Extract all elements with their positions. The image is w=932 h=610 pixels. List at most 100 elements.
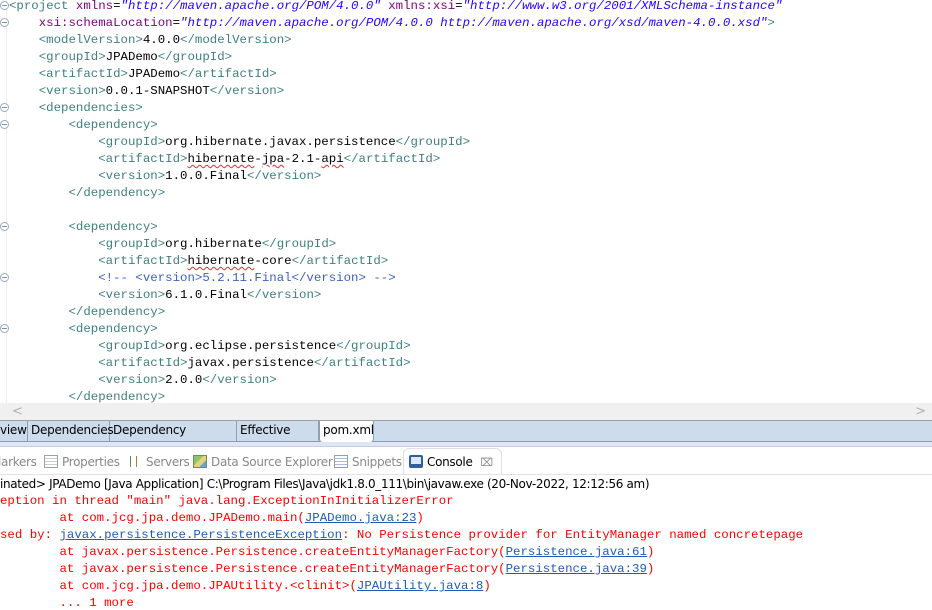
xml-attr: xmlns:xsi xyxy=(388,0,456,13)
fold-toggle-icon[interactable] xyxy=(0,273,9,282)
xml-txt: 2.0.0 xyxy=(165,373,203,387)
tab-markers[interactable]: larkers xyxy=(0,452,37,472)
tab-snippets[interactable]: Snippets xyxy=(334,452,402,472)
xml-tag: </groupId> xyxy=(395,135,471,149)
code-line[interactable]: <project xmlns="http://maven.apache.org/… xyxy=(0,0,932,15)
code-line[interactable]: <version>0.0.1-SNAPSHOT</version> xyxy=(9,83,932,100)
code-line[interactable] xyxy=(9,202,932,219)
stacktrace-link[interactable]: Persistence.java:39 xyxy=(506,562,647,576)
properties-icon xyxy=(44,455,58,468)
horizontal-scrollbar[interactable]: < > xyxy=(0,403,932,421)
tab-servers-label: Servers xyxy=(146,455,190,469)
console-icon xyxy=(409,455,423,468)
xml-tag: <version> xyxy=(98,373,166,387)
code-line[interactable]: <groupId>JPADemo</groupId> xyxy=(9,49,932,66)
xml-txt: -2.1- xyxy=(284,152,322,166)
code-line[interactable]: <!-- <version>5.2.11.Final</version> --> xyxy=(0,270,932,287)
code-line[interactable]: <version>6.1.0.Final</version> xyxy=(9,287,932,304)
xml-tag: </artifactId> xyxy=(180,67,277,81)
stacktrace-link[interactable]: JPAUtility.java:8 xyxy=(357,579,483,593)
pom-xml-editor[interactable]: <project xmlns="http://maven.apache.org/… xyxy=(0,0,932,403)
code-line[interactable]: <version>1.0.0.Final</version> xyxy=(9,168,932,185)
xml-tag: <version> xyxy=(98,169,166,183)
code-line[interactable]: <artifactId>javax.persistence</artifactI… xyxy=(9,355,932,372)
code-line[interactable]: <groupId>org.hibernate.javax.persistence… xyxy=(9,134,932,151)
stacktrace-link[interactable]: JPADemo.java:23 xyxy=(305,511,417,525)
tab-console[interactable]: Console ⌧ xyxy=(403,448,502,475)
tab-dependencies[interactable]: Dependencies xyxy=(28,421,114,442)
fold-toggle-icon[interactable] xyxy=(0,222,9,231)
xml-txt: = xyxy=(172,16,181,30)
code-line[interactable]: <artifactId>JPADemo</artifactId> xyxy=(9,66,932,83)
console-text: eption in thread "main" java.lang.Except… xyxy=(0,494,454,508)
tab-dependency-hierarchy[interactable]: Dependency Hierarchy xyxy=(110,421,237,456)
code-line[interactable]: <groupId>org.hibernate</groupId> xyxy=(9,236,932,253)
code-line[interactable]: <dependencies> xyxy=(0,100,932,117)
xml-tag: <dependencies> xyxy=(38,101,143,115)
code-line[interactable]: <artifactId>hibernate-jpa-2.1-api</artif… xyxy=(9,151,932,168)
code-area[interactable]: <project xmlns="http://maven.apache.org/… xyxy=(0,0,932,403)
fold-toggle-icon[interactable] xyxy=(0,324,9,333)
xml-tag: </version> xyxy=(246,288,322,302)
xml-tag: <artifactId> xyxy=(38,67,128,81)
tab-data-source-explorer[interactable]: Data Source Explorer xyxy=(193,452,333,472)
xml-txt: org.hibernate xyxy=(165,237,262,251)
tab-servers[interactable]: Servers xyxy=(128,452,190,472)
tab-pom-xml[interactable]: pom.xml xyxy=(319,421,374,443)
xml-tag: </version> xyxy=(209,84,285,98)
stacktrace-link[interactable]: Persistence.java:61 xyxy=(506,545,647,559)
tab-console-label: Console xyxy=(427,455,473,469)
fold-gutter xyxy=(0,0,7,403)
fold-toggle-icon[interactable] xyxy=(0,120,9,129)
close-icon[interactable]: ⌧ xyxy=(481,449,494,476)
xml-tag: <artifactId> xyxy=(98,356,188,370)
fold-toggle-icon[interactable] xyxy=(0,1,9,10)
tab-effective-pom[interactable]: Effective POM xyxy=(237,421,319,456)
xml-tag: </artifactId> xyxy=(291,254,389,268)
xml-txt: 4.0.0 xyxy=(142,33,181,47)
code-line[interactable]: <dependency> xyxy=(0,321,932,338)
scroll-right-arrow[interactable]: > xyxy=(915,404,926,420)
console-text: at javax.persistence.Persistence.createE… xyxy=(0,545,506,559)
console-line: eption in thread "main" java.lang.Except… xyxy=(0,493,932,510)
tab-overview[interactable]: view xyxy=(0,421,28,442)
code-line[interactable]: <version>2.0.0</version> xyxy=(9,372,932,389)
code-line[interactable]: <dependency> xyxy=(0,219,932,236)
code-line[interactable]: <modelVersion>4.0.0</modelVersion> xyxy=(9,32,932,49)
console-text: sed by: xyxy=(0,528,60,542)
xml-tag: </groupId> xyxy=(261,237,337,251)
console-text: : No Persistence provider for EntityMana… xyxy=(342,528,804,542)
code-line[interactable]: </dependency> xyxy=(9,304,932,321)
fold-toggle-icon[interactable] xyxy=(0,18,9,27)
code-line[interactable]: </dependency> xyxy=(9,185,932,202)
console-text: at com.jcg.jpa.demo.JPAUtility.<clinit>( xyxy=(0,579,357,593)
xml-tag: </modelVersion> xyxy=(180,33,292,47)
xml-tag: </groupId> xyxy=(157,50,233,64)
tab-data-source-explorer-label: Data Source Explorer xyxy=(211,455,333,469)
xml-txt: 0.0.1-SNAPSHOT xyxy=(105,84,210,98)
console-text: ) xyxy=(646,545,655,559)
code-line[interactable]: <dependency> xyxy=(0,117,932,134)
code-line[interactable]: xsi:schemaLocation="http://maven.apache.… xyxy=(0,15,932,32)
fold-toggle-icon[interactable] xyxy=(0,103,9,112)
code-line[interactable]: </dependency> xyxy=(9,389,932,403)
code-line[interactable]: <groupId>org.eclipse.persistence</groupI… xyxy=(9,338,932,355)
scroll-left-arrow[interactable]: < xyxy=(12,404,23,420)
tab-properties[interactable]: Properties xyxy=(44,452,120,472)
stacktrace-link[interactable]: javax.persistence.PersistenceException xyxy=(60,528,343,542)
code-line[interactable]: <artifactId>hibernate-core</artifactId> xyxy=(9,253,932,270)
xml-tag: </dependency> xyxy=(68,186,166,200)
console-output[interactable]: eption in thread "main" java.lang.Except… xyxy=(0,493,932,610)
xml-txt: - xyxy=(254,152,262,166)
xml-tag: </artifactId> xyxy=(313,356,411,370)
